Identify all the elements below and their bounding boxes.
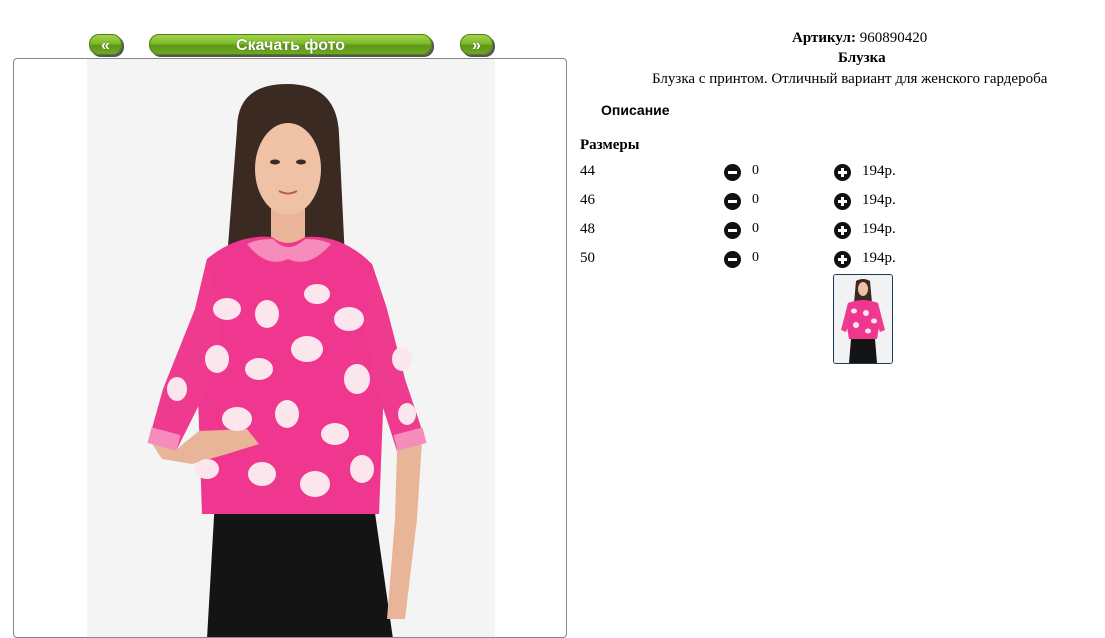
download-photo-button[interactable]: Скачать фото (149, 34, 432, 55)
plus-circle-icon[interactable] (834, 222, 851, 239)
product-name: Блузка (838, 50, 886, 66)
quantity-value: 0 (752, 250, 759, 265)
minus-circle-icon[interactable] (724, 164, 741, 181)
next-photo-button[interactable]: » (460, 34, 493, 55)
description-tab[interactable]: Описание (601, 102, 670, 118)
price-value: 194р. (862, 192, 896, 208)
size-row: 44 0 194р. (580, 163, 910, 185)
minus-circle-icon[interactable] (724, 251, 741, 268)
product-photo[interactable] (87, 59, 495, 637)
quantity-value: 0 (752, 221, 759, 236)
price-value: 194р. (862, 221, 896, 237)
price-value: 194р. (862, 250, 896, 266)
article-row: Артикул: 960890420 (792, 30, 927, 47)
plus-circle-icon[interactable] (834, 164, 851, 181)
plus-circle-icon[interactable] (834, 193, 851, 210)
product-description: Блузка с принтом. Отличный вариант для ж… (652, 71, 1048, 87)
product-thumbnail[interactable] (833, 274, 893, 364)
article-label: Артикул: (792, 30, 856, 46)
size-label: 46 (580, 192, 595, 208)
price-value: 194р. (862, 163, 896, 179)
quantity-value: 0 (752, 163, 759, 178)
minus-circle-icon[interactable] (724, 193, 741, 210)
minus-circle-icon[interactable] (724, 222, 741, 239)
size-label: 48 (580, 221, 595, 237)
sizes-heading: Размеры (580, 137, 640, 153)
quantity-value: 0 (752, 192, 759, 207)
product-photo-frame (13, 58, 567, 638)
size-row: 50 0 194р. (580, 250, 910, 272)
plus-circle-icon[interactable] (834, 251, 851, 268)
size-row: 46 0 194р. (580, 192, 910, 214)
article-value: 960890420 (859, 30, 928, 46)
size-label: 50 (580, 250, 595, 266)
size-row: 48 0 194р. (580, 221, 910, 243)
size-label: 44 (580, 163, 595, 179)
prev-photo-button[interactable]: « (89, 34, 122, 55)
